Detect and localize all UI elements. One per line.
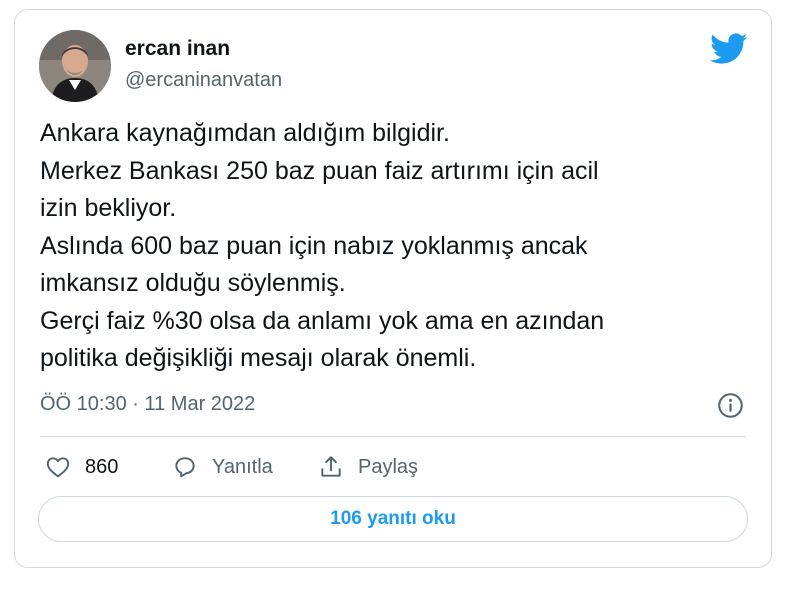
divider: [40, 436, 746, 437]
author-name[interactable]: ercan inan: [125, 37, 230, 61]
tweet-text-line: Gerçi faiz %30 olsa da anlamı yok ama en…: [40, 306, 605, 335]
tweet-card: ercan inan @ercaninanvatan Ankara kaynağ…: [14, 9, 772, 568]
avatar[interactable]: [39, 30, 111, 102]
author-handle[interactable]: @ercaninanvatan: [125, 69, 282, 92]
tweet-text-line: Ankara kaynağımdan aldığım bilgidir.: [40, 119, 450, 147]
tweet-text-line: politika değişikliği mesajı olarak öneml…: [40, 344, 477, 372]
twitter-bird-icon[interactable]: [710, 33, 748, 65]
info-icon[interactable]: [717, 392, 744, 419]
like-button[interactable]: 860: [45, 452, 118, 482]
share-label: Paylaş: [358, 455, 419, 478]
tweet-timestamp[interactable]: ÖÖ 10:30 · 11 Mar 2022: [40, 393, 255, 416]
share-button[interactable]: Paylaş: [318, 452, 418, 482]
tweet-text-line: izin bekliyor.: [40, 194, 177, 222]
tweet-text-line: Merkez Bankası 250 baz puan faiz artırım…: [40, 156, 599, 185]
speech-bubble-icon: [175, 457, 195, 478]
heart-icon: [46, 457, 70, 478]
share-icon: [321, 456, 341, 477]
tweet-text-line: Aslında 600 baz puan için nabız yoklanmı…: [40, 231, 588, 260]
reply-label: Yanıtla: [212, 455, 273, 478]
like-count: 860: [85, 455, 119, 478]
reply-button[interactable]: Yanıtla: [172, 452, 273, 482]
tweet-text-line: imkansız olduğu söylenmiş.: [40, 269, 346, 297]
tweet-text: Ankara kaynağımdan aldığım bilgidir. Mer…: [40, 115, 740, 378]
read-replies-button[interactable]: 106 yanıtı oku: [38, 496, 748, 542]
